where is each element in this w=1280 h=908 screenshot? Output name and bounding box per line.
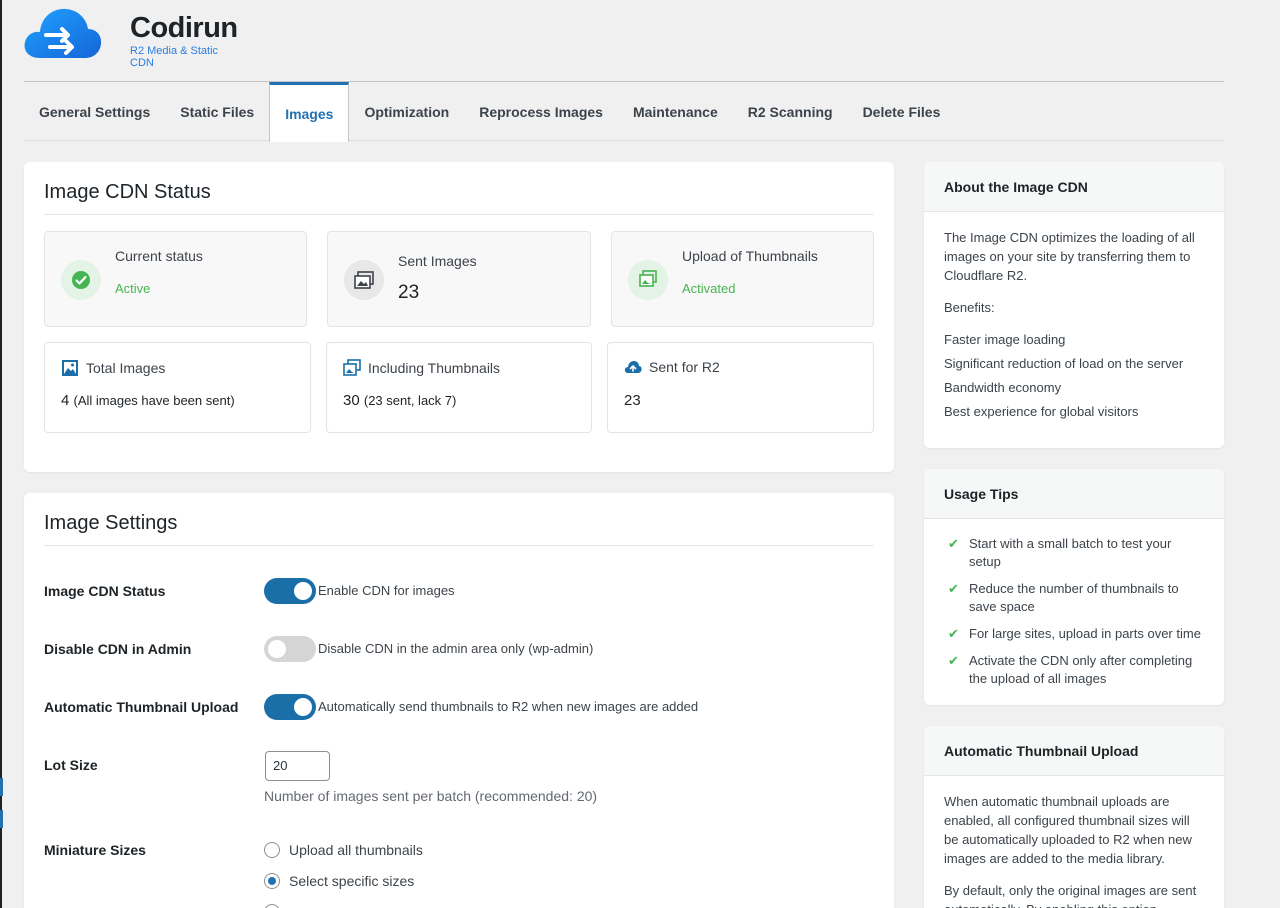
auto-thumb-toggle[interactable] bbox=[264, 694, 316, 720]
upload-thumbnails-value: Activated bbox=[682, 281, 736, 296]
auto-thumb-label: Automatic Thumbnail Upload bbox=[44, 699, 239, 715]
sent-images-value: 23 bbox=[398, 282, 420, 303]
sent-images-box: Sent Images 23 bbox=[327, 231, 591, 327]
tip-text: Activate the CDN only after completing t… bbox=[969, 653, 1193, 686]
current-status-label: Current status bbox=[115, 248, 203, 264]
auto-thumb-text: Automatically send thumbnails to R2 when… bbox=[318, 699, 699, 714]
lot-size-input[interactable]: 20 bbox=[265, 751, 330, 781]
radio-label: Upload all thumbnails bbox=[289, 842, 423, 858]
including-thumbnails-box: Including Thumbnails 30 (23 sent, lack 7… bbox=[326, 342, 592, 433]
auto-upload-text: When automatic thumbnail uploads are ena… bbox=[944, 794, 1192, 866]
miniature-sizes-label: Miniature Sizes bbox=[44, 842, 146, 858]
upload-thumbnails-label: Upload of Thumbnails bbox=[682, 248, 818, 264]
sent-r2-label: Sent for R2 bbox=[649, 359, 720, 375]
sent-r2-box: Sent for R2 23 bbox=[607, 342, 874, 433]
image-cdn-status-card: Image CDN Status Current status Active S… bbox=[24, 162, 894, 472]
current-status-value: Active bbox=[115, 281, 151, 296]
auto-upload-panel: Automatic Thumbnail Upload When automati… bbox=[924, 726, 1224, 908]
total-images-label: Total Images bbox=[86, 360, 166, 376]
sent-r2-value: 23 bbox=[624, 392, 641, 409]
auto-upload-text2: By default, only the original images are… bbox=[944, 883, 1197, 908]
check-icon: ✔ bbox=[948, 536, 959, 551]
tab-r2-scanning[interactable]: R2 Scanning bbox=[733, 82, 848, 141]
radio-upload-all[interactable]: Upload all thumbnails bbox=[264, 842, 423, 858]
benefit-item: Bandwidth economy bbox=[944, 380, 1062, 395]
benefit-item: Faster image loading bbox=[944, 332, 1066, 347]
gallery-icon bbox=[343, 359, 361, 376]
image-icon bbox=[62, 360, 78, 376]
benefits-label: Benefits: bbox=[944, 300, 995, 315]
radio-button[interactable] bbox=[264, 873, 280, 889]
cdn-status-label: Image CDN Status bbox=[44, 583, 166, 599]
total-images-box: Total Images 4 (All images have been sen… bbox=[44, 342, 311, 433]
about-title: About the Image CDN bbox=[924, 162, 1224, 212]
settings-title: Image Settings bbox=[44, 512, 874, 546]
total-images-value: 4 bbox=[61, 392, 70, 409]
benefit-item: Significant reduction of load on the ser… bbox=[944, 356, 1184, 371]
status-title: Image CDN Status bbox=[44, 181, 874, 215]
tip-item: ✔ For large sites, upload in parts over t… bbox=[944, 625, 1204, 643]
check-icon: ✔ bbox=[948, 581, 959, 596]
images-icon bbox=[344, 260, 384, 300]
including-thumbnails-label: Including Thumbnails bbox=[368, 360, 501, 376]
upload-thumbnails-box: Upload of Thumbnails Activated bbox=[611, 231, 874, 327]
image-settings-card: Image Settings Image CDN Status Enable C… bbox=[24, 493, 894, 908]
current-status-box: Current status Active bbox=[44, 231, 307, 327]
tab-general-settings[interactable]: General Settings bbox=[24, 82, 165, 141]
radio-partial[interactable] bbox=[264, 904, 280, 908]
lot-size-label: Lot Size bbox=[44, 757, 98, 773]
tips-title: Usage Tips bbox=[924, 469, 1224, 519]
auto-upload-title: Automatic Thumbnail Upload bbox=[924, 726, 1224, 776]
usage-tips-panel: Usage Tips ✔ Start with a small batch to … bbox=[924, 469, 1224, 705]
settings-tabs: General Settings Static Files Images Opt… bbox=[24, 81, 1224, 142]
tab-images[interactable]: Images bbox=[269, 82, 350, 142]
disable-admin-text: Disable CDN in the admin area only (wp-a… bbox=[318, 641, 594, 656]
tab-maintenance[interactable]: Maintenance bbox=[618, 82, 733, 141]
benefit-item: Best experience for global visitors bbox=[944, 404, 1139, 419]
total-images-note: (All images have been sent) bbox=[73, 393, 235, 408]
including-thumbnails-note: (23 sent, lack 7) bbox=[363, 393, 457, 408]
cdn-status-toggle[interactable] bbox=[264, 578, 316, 604]
tab-reprocess-images[interactable]: Reprocess Images bbox=[464, 82, 618, 141]
radio-button[interactable] bbox=[264, 842, 280, 858]
brand-name: Codirun bbox=[130, 12, 238, 44]
admin-menu-marker bbox=[0, 778, 3, 796]
tip-item: ✔ Activate the CDN only after completing … bbox=[944, 652, 1204, 688]
tip-text: Start with a small batch to test your se… bbox=[969, 536, 1172, 569]
including-thumbnails-value: 30 bbox=[343, 392, 360, 409]
lot-size-help: Number of images sent per batch (recomme… bbox=[264, 788, 598, 804]
admin-menu-edge bbox=[0, 0, 2, 908]
cloud-upload-icon bbox=[624, 361, 642, 373]
tip-text: Reduce the number of thumbnails to save … bbox=[969, 581, 1179, 614]
admin-menu-marker bbox=[0, 810, 3, 828]
tip-text: For large sites, upload in parts over ti… bbox=[969, 626, 1201, 641]
radio-button[interactable] bbox=[264, 904, 280, 908]
sent-images-label: Sent Images bbox=[398, 253, 477, 269]
check-icon: ✔ bbox=[948, 626, 959, 641]
radio-select-specific[interactable]: Select specific sizes bbox=[264, 873, 414, 889]
tab-static-files[interactable]: Static Files bbox=[165, 82, 269, 141]
tip-item: ✔ Start with a small batch to test your s… bbox=[944, 535, 1204, 571]
about-intro: The Image CDN optimizes the loading of a… bbox=[944, 230, 1195, 283]
tab-delete-files[interactable]: Delete Files bbox=[848, 82, 956, 141]
cloud-logo-icon bbox=[24, 8, 102, 59]
brand-logo: Codirun R2 Media & Static CDN bbox=[22, 2, 242, 69]
brand-subtitle: R2 Media & Static CDN bbox=[130, 45, 219, 69]
thumbnails-icon bbox=[628, 260, 668, 300]
cdn-status-text: Enable CDN for images bbox=[318, 583, 455, 598]
tip-item: ✔ Reduce the number of thumbnails to save… bbox=[944, 580, 1204, 616]
disable-admin-toggle[interactable] bbox=[264, 636, 316, 662]
disable-admin-label: Disable CDN in Admin bbox=[44, 641, 192, 657]
tab-optimization[interactable]: Optimization bbox=[349, 82, 464, 141]
radio-label: Select specific sizes bbox=[289, 873, 415, 889]
about-panel: About the Image CDN The Image CDN optimi… bbox=[924, 162, 1224, 448]
check-icon: ✔ bbox=[948, 653, 959, 668]
check-circle-icon bbox=[61, 260, 101, 300]
